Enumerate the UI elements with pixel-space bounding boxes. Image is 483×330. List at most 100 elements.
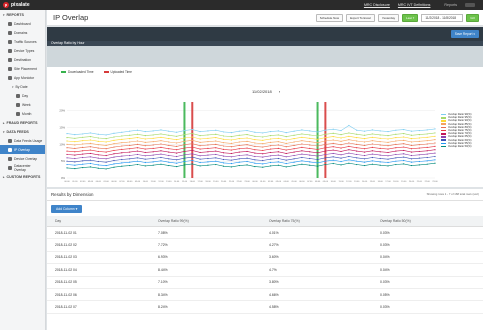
table-row: 2018-11-02 01 7.08% 4.01% 0.03%: [47, 227, 483, 240]
series-point: [356, 143, 358, 145]
legend-downloaded[interactable]: Downloaded Time: [61, 70, 94, 74]
series-point: [89, 156, 92, 158]
cell-value: 7.08%: [158, 230, 168, 235]
sidebar-section-label: FRAUD REPORTS: [6, 121, 38, 125]
feed-icon: [8, 138, 12, 143]
sidebar-item-ip-overlap[interactable]: IP Overlap: [0, 145, 45, 154]
sidebar-item-datacenter-overlap[interactable]: Datacenter Overlap: [0, 163, 45, 172]
series-point: [316, 131, 319, 133]
x-tick-label: 20:00: [409, 181, 415, 183]
series-point: [418, 134, 420, 136]
last7-button[interactable]: Last 7: [402, 13, 419, 22]
reports-menu[interactable]: Reports: [444, 3, 457, 7]
yesterday-button[interactable]: Yesterday: [377, 13, 400, 22]
mrc-ivt-definitions-link[interactable]: MRC IVT Definitions: [398, 3, 431, 7]
series-point: [215, 163, 217, 166]
series-point: [356, 160, 358, 162]
mrc-disclosure-link[interactable]: MRC Disclosure: [364, 3, 390, 7]
series-point: [301, 133, 303, 135]
sidebar-section-reports[interactable]: ▾ REPORTS: [0, 10, 45, 19]
schedule-button[interactable]: Schedule Now: [315, 13, 344, 22]
sidebar-item-dashboard[interactable]: Dashboard: [0, 19, 45, 28]
series-point: [254, 139, 256, 141]
series-point: [426, 146, 428, 148]
series-point: [324, 163, 326, 166]
sidebar-item-app-monitor[interactable]: App Moniotor: [0, 73, 45, 82]
series-legend-item[interactable]: Overlap Ratio 50(%): [441, 145, 472, 148]
series-point: [269, 165, 272, 167]
series-point: [348, 155, 350, 158]
series-point: [403, 136, 405, 138]
legend-uploaded[interactable]: Uploaded Time: [103, 70, 132, 74]
column-header-overlap-99[interactable]: Overlap Ratio 99(%): [150, 219, 261, 223]
table-header: Day Overlap Ratio 99(%) Overlap Ratio 75…: [47, 216, 483, 227]
legend-swatch: [441, 142, 446, 145]
column-header-overlap-75[interactable]: Overlap Ratio 75(%): [261, 219, 372, 223]
series-point: [356, 137, 358, 139]
column-header-overlap-50[interactable]: Overlap Ratio 50(%): [372, 219, 483, 223]
series-point: [136, 163, 139, 166]
series-point: [191, 146, 193, 148]
series-point: [199, 155, 201, 157]
series-point: [418, 147, 420, 149]
add-column-button[interactable]: Add Column ▾: [51, 205, 83, 213]
next-date-button[interactable]: ›: [279, 89, 280, 94]
series-point: [254, 165, 256, 168]
series-point: [426, 160, 428, 162]
series-point: [183, 129, 186, 132]
cell-value: 4.66%: [269, 292, 279, 297]
sidebar-item-week[interactable]: Week: [0, 100, 45, 109]
series-point: [316, 165, 319, 167]
sidebar-item-traffic-sources[interactable]: Traffic Sources: [0, 37, 45, 46]
sidebar-item-destination[interactable]: Destination: [0, 55, 45, 64]
series-point: [129, 134, 131, 136]
series-point: [254, 149, 256, 151]
series-point: [363, 161, 366, 163]
cell-day: 2018-11-02 01: [55, 230, 77, 235]
series-point: [316, 145, 319, 147]
cell-value: 3.60%: [269, 255, 279, 260]
series-point: [363, 141, 366, 143]
series-point: [136, 150, 139, 152]
sidebar-section-data-feeds[interactable]: ▾ DATA FEEDS: [0, 127, 45, 136]
sidebar: ▾ REPORTS Dashboard Domains Traffic Sour…: [0, 10, 46, 330]
sidebar-item-by-date[interactable]: ▾ By Date: [0, 82, 45, 91]
series-point: [113, 136, 115, 138]
series-point: [269, 135, 272, 137]
cell-value: 4.58%: [269, 305, 279, 310]
sidebar-item-site-placement[interactable]: Site Placement: [0, 64, 45, 73]
sidebar-item-device-overlap[interactable]: Device Overlap: [0, 154, 45, 163]
export-button[interactable]: Export To Excel: [346, 13, 375, 22]
series-point: [238, 141, 240, 143]
series-point: [191, 153, 193, 155]
sidebar-item-month[interactable]: Month: [0, 109, 45, 118]
sidebar-item-data-feeds-usage[interactable]: Data Feeds Usage: [0, 136, 45, 145]
series-point: [152, 157, 154, 160]
series-point: [246, 129, 248, 132]
series-point: [230, 146, 233, 148]
series-point: [418, 164, 420, 166]
series-point: [254, 155, 256, 158]
sidebar-item-domains[interactable]: Domains: [0, 28, 45, 37]
sidebar-item-day[interactable]: Day: [0, 91, 45, 100]
series-point: [246, 154, 248, 156]
page-title: IP Overlap: [53, 13, 89, 22]
series-point: [191, 156, 193, 158]
sidebar-section-fraud[interactable]: ▸ FRAUD REPORTS: [0, 118, 45, 127]
sidebar-item-device-types[interactable]: Device Types: [0, 46, 45, 55]
column-header-day[interactable]: Day: [47, 219, 150, 223]
user-menu[interactable]: [465, 3, 475, 7]
logo[interactable]: p pixalate: [0, 2, 50, 8]
chevron-down-icon: ▾: [3, 130, 5, 134]
dashboard-icon: [8, 21, 12, 26]
x-tick-label: 01:00: [72, 181, 78, 183]
date-range-input[interactable]: 11/2/2018 - 11/8/2018: [421, 13, 464, 22]
series-point: [285, 139, 287, 141]
series-point: [129, 144, 131, 146]
series-point: [410, 138, 413, 140]
x-tick-label: 12:00: [346, 181, 352, 183]
go-button[interactable]: GO: [466, 13, 479, 22]
sidebar-section-custom[interactable]: ▸ CUSTOM REPORTS: [0, 172, 45, 181]
series-point: [371, 140, 373, 142]
save-report-button[interactable]: Save Report ▾: [450, 30, 479, 38]
